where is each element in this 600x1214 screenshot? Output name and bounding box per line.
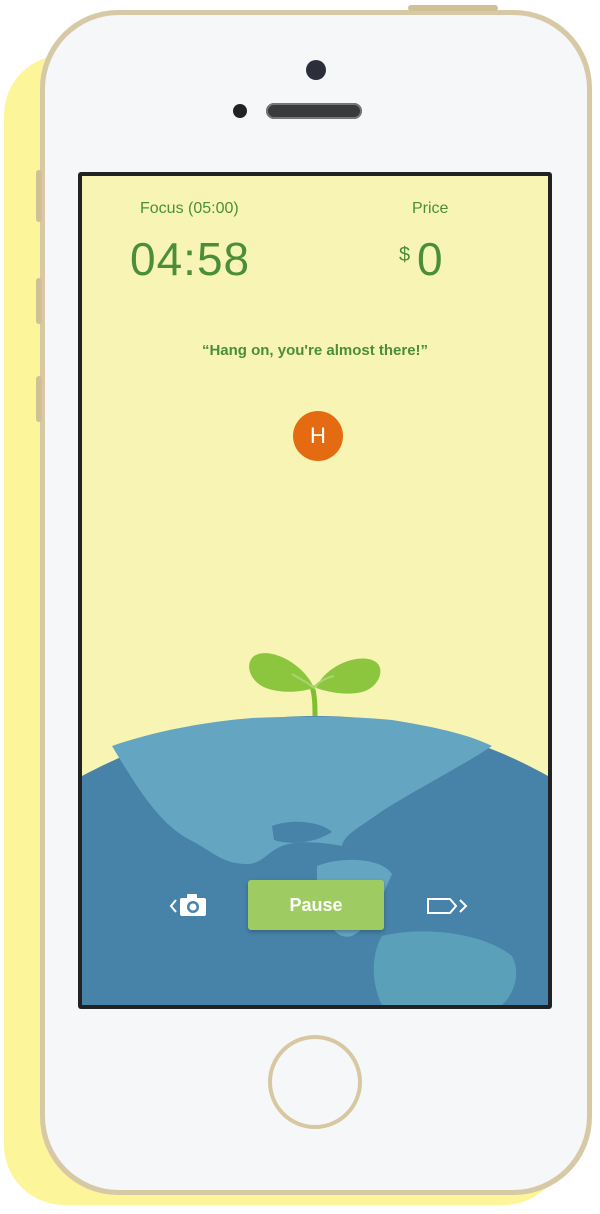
earpiece-speaker: [266, 103, 362, 119]
focus-label: Focus (05:00): [140, 200, 239, 217]
price-value: 0: [417, 233, 444, 285]
motivation-quote: “Hang on, you're almost there!”: [201, 342, 429, 359]
user-avatar[interactable]: H: [293, 411, 343, 461]
camera-icon: [169, 894, 206, 916]
camera-button[interactable]: [168, 890, 212, 922]
front-camera: [306, 60, 326, 80]
phone-mute-switch: [36, 170, 42, 222]
app-screen: Focus (05:00) 04:58 Price $ 0 “Hang on, …: [82, 176, 548, 1005]
tag-button[interactable]: [426, 890, 470, 922]
price-label: Price: [412, 200, 449, 217]
phone-volume-down: [36, 376, 42, 422]
sapling-icon: [249, 653, 381, 719]
phone-volume-up: [36, 278, 42, 324]
home-button[interactable]: [268, 1035, 362, 1129]
phone-screen: Focus (05:00) 04:58 Price $ 0 “Hang on, …: [78, 172, 552, 1009]
currency-symbol: $: [399, 244, 411, 266]
phone-power-button: [408, 5, 498, 11]
pause-button[interactable]: Pause: [248, 880, 384, 930]
countdown-timer: 04:58: [130, 233, 251, 285]
tag-icon: [427, 898, 468, 914]
proximity-sensor: [233, 104, 247, 118]
earth-illustration: [82, 653, 548, 1005]
